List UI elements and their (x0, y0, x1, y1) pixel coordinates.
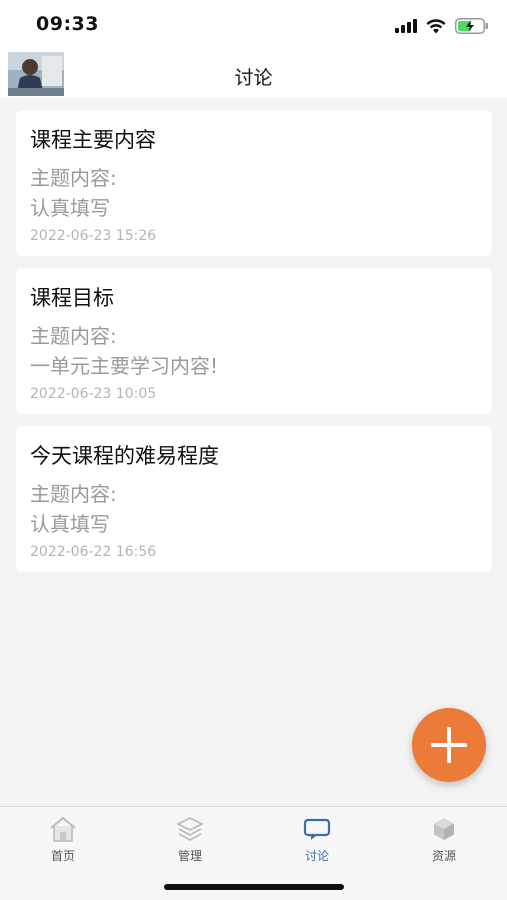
topic-title: 课程主要内容 (30, 128, 156, 152)
topic-list: 课程主要内容 主题内容: 认真填写 2022-06-23 15:26 课程目标 … (16, 110, 492, 584)
tab-label: 管理 (177, 849, 202, 863)
topic-date: 2022-06-23 15:26 (30, 228, 157, 244)
status-bar: 09:33 (0, 0, 507, 50)
topic-date: 2022-06-23 10:05 (30, 386, 157, 402)
home-icon (50, 816, 76, 842)
home-indicator (164, 884, 344, 890)
topic-content-label: 主题内容: (30, 166, 117, 190)
topic-title: 课程目标 (30, 286, 114, 310)
layers-icon (176, 817, 204, 841)
wifi-icon (426, 18, 446, 33)
cellular-signal-icon (395, 19, 417, 33)
tab-resources[interactable]: 资源 (394, 815, 494, 865)
tab-discussion[interactable]: 讨论 (267, 815, 367, 865)
battery-charging-icon (455, 18, 488, 34)
navigation-header: 讨论 (0, 50, 507, 98)
topic-content-label: 主题内容: (30, 324, 117, 348)
topic-content: 认真填写 (30, 512, 110, 536)
topic-content-label: 主题内容: (30, 482, 117, 506)
topic-card[interactable]: 课程主要内容 主题内容: 认真填写 2022-06-23 15:26 (16, 110, 492, 256)
tab-label: 资源 (431, 849, 456, 863)
topic-content: 一单元主要学习内容! (30, 354, 219, 378)
page-title: 讨论 (234, 67, 273, 89)
discussion-screen: 09:33 讨论 课程主要内容 主题内容: 认真填写 2022-06-23 15… (0, 0, 507, 900)
topic-date: 2022-06-22 16:56 (30, 544, 157, 560)
tab-label: 讨论 (304, 849, 329, 863)
tab-home[interactable]: 首页 (13, 815, 113, 865)
tab-label: 首页 (50, 849, 75, 863)
status-icons (395, 16, 489, 36)
add-topic-button[interactable] (412, 708, 486, 782)
tab-manage[interactable]: 管理 (140, 815, 240, 865)
resource-cube-icon (434, 818, 454, 840)
topic-card[interactable]: 课程目标 主题内容: 一单元主要学习内容! 2022-06-23 10:05 (16, 268, 492, 414)
topic-card[interactable]: 今天课程的难易程度 主题内容: 认真填写 2022-06-22 16:56 (16, 426, 492, 572)
status-time: 09:33 (36, 13, 99, 35)
topic-title: 今天课程的难易程度 (30, 444, 219, 468)
chat-icon (303, 818, 331, 840)
plus-icon (431, 727, 467, 763)
topic-content: 认真填写 (30, 196, 110, 220)
